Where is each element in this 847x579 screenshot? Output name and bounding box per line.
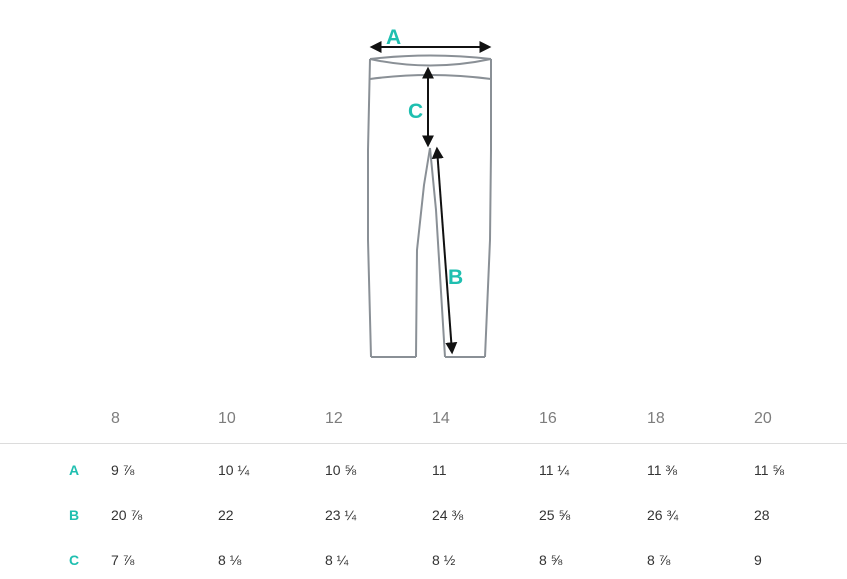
table-cell: 24 ⅜ [432, 507, 464, 523]
table-cell: 25 ⅝ [539, 507, 571, 523]
table-row-b: B 20 ⅞ 22 23 ¼ 24 ⅜ 25 ⅝ 26 ¾ 28 [0, 489, 847, 534]
table-row-c: C 7 ⅞ 8 ⅛ 8 ¼ 8 ½ 8 ⅝ 8 ⅞ 9 [0, 534, 847, 579]
row-label: B [69, 507, 80, 523]
row-label: C [69, 552, 80, 568]
table-cell: 8 ⅝ [539, 552, 563, 568]
table-cell: 9 ⅞ [111, 462, 135, 478]
measurement-label-b: B [448, 266, 463, 289]
size-header-cell: 8 [111, 410, 120, 427]
row-label: A [69, 462, 80, 478]
table-row-a: A 9 ⅞ 10 ¼ 10 ⅝ 11 11 ¼ 11 ⅜ 11 ⅝ [0, 444, 847, 489]
size-header-cell: 18 [647, 410, 665, 427]
measurement-label-c: C [408, 100, 423, 123]
table-cell: 8 ¼ [325, 552, 349, 568]
table-cell: 11 ⅝ [754, 462, 785, 478]
pants-measurement-diagram: A C B [367, 26, 492, 358]
size-header-cell: 10 [218, 410, 236, 427]
table-cell: 11 [432, 462, 447, 478]
size-header-cell: 14 [432, 410, 450, 427]
table-cell: 22 [218, 507, 234, 523]
table-cell: 23 ¼ [325, 507, 357, 523]
table-cell: 26 ¾ [647, 507, 679, 523]
table-cell: 8 ⅞ [647, 552, 671, 568]
table-cell: 9 [754, 552, 762, 568]
table-cell: 10 ⅝ [325, 462, 357, 478]
size-header-row: 8 10 12 14 16 18 20 [0, 396, 847, 444]
table-cell: 8 ½ [432, 552, 456, 568]
table-cell: 28 [754, 507, 770, 523]
table-cell: 20 ⅞ [111, 507, 143, 523]
size-header-cell: 20 [754, 410, 772, 427]
size-header-cell: 12 [325, 410, 343, 427]
table-cell: 11 ⅜ [647, 462, 678, 478]
table-cell: 10 ¼ [218, 462, 250, 478]
table-cell: 8 ⅛ [218, 552, 242, 568]
table-cell: 7 ⅞ [111, 552, 135, 568]
pants-outline [367, 54, 492, 358]
measurement-label-a: A [386, 26, 401, 49]
size-chart-table: 8 10 12 14 16 18 20 A 9 ⅞ 10 ¼ 10 ⅝ 11 1… [0, 396, 847, 579]
table-cell: 11 ¼ [539, 462, 570, 478]
size-header-cell: 16 [539, 410, 557, 427]
